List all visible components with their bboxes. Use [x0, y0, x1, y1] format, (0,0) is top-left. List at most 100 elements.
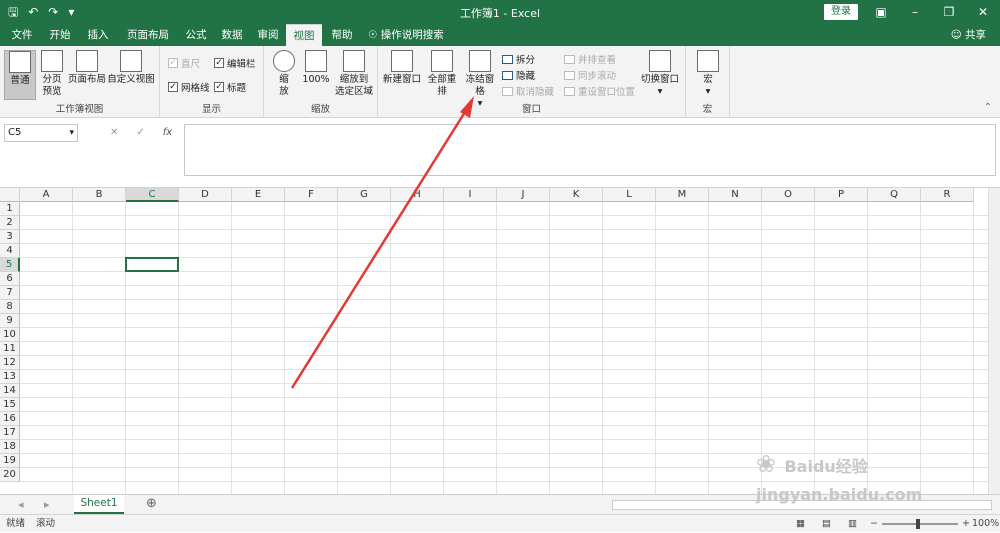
row-header[interactable]: 5 [0, 258, 20, 272]
column-header[interactable]: C [126, 188, 179, 202]
add-sheet-icon[interactable]: ⊕ [146, 496, 157, 511]
insert-function-button[interactable]: fx [163, 124, 172, 142]
ribbon-options-icon[interactable]: ▣ [864, 0, 898, 24]
column-header[interactable]: K [550, 188, 603, 202]
scroll-right-icon[interactable]: ▸ [44, 498, 50, 511]
row-header[interactable]: 1 [0, 202, 20, 216]
sync-scroll-button[interactable]: 同步滚动 [564, 68, 616, 82]
row-header[interactable]: 2 [0, 216, 20, 230]
column-header[interactable]: R [921, 188, 974, 202]
reset-position-button[interactable]: 重设窗口位置 [564, 84, 635, 98]
select-all-corner[interactable] [0, 188, 20, 202]
column-header[interactable]: M [656, 188, 709, 202]
row-header[interactable]: 7 [0, 286, 20, 300]
collapse-ribbon-icon[interactable]: ⌃ [984, 102, 992, 113]
arrange-all-button[interactable]: 全部重排 [424, 50, 460, 98]
row-header[interactable]: 13 [0, 370, 20, 384]
column-header[interactable]: A [20, 188, 73, 202]
column-header[interactable]: P [815, 188, 868, 202]
row-header[interactable]: 8 [0, 300, 20, 314]
tab-page-layout[interactable]: 页面布局 [120, 24, 176, 46]
name-box[interactable]: C5 ▾ [4, 124, 78, 142]
unhide-button[interactable]: 取消隐藏 [502, 84, 554, 98]
column-header[interactable]: H [391, 188, 444, 202]
row-header[interactable]: 12 [0, 356, 20, 370]
share-button[interactable]: ☺ 共享 [951, 24, 986, 46]
column-header[interactable]: L [603, 188, 656, 202]
column-header[interactable]: F [285, 188, 338, 202]
tab-home[interactable]: 开始 [42, 24, 78, 46]
tell-me-search[interactable]: ☉ 操作说明搜索 [368, 24, 458, 46]
gridline [602, 202, 603, 494]
column-header[interactable]: I [444, 188, 497, 202]
headings-checkbox[interactable]: ✓ 标题 [214, 80, 246, 94]
page-layout-icon[interactable]: ▤ [822, 515, 831, 533]
macros-button[interactable]: 宏 ▾ [694, 50, 722, 98]
close-icon[interactable]: ✕ [966, 0, 1000, 24]
chevron-down-icon[interactable]: ▾ [69, 125, 74, 141]
cancel-icon[interactable]: ✕ [110, 124, 118, 142]
column-header[interactable]: Q [868, 188, 921, 202]
sheet-tab[interactable]: Sheet1 [74, 495, 124, 514]
tab-insert[interactable]: 插入 [80, 24, 116, 46]
page-break-icon[interactable]: ▥ [848, 515, 857, 533]
row-header[interactable]: 20 [0, 468, 20, 482]
column-header[interactable]: O [762, 188, 815, 202]
workbook-views-group-label: 工作簿视图 [55, 104, 104, 115]
row-header[interactable]: 14 [0, 384, 20, 398]
split-button[interactable]: 拆分 [502, 52, 535, 66]
gridlines-checkbox[interactable]: ✓ 网格线 [168, 80, 210, 94]
zoom-100-button[interactable]: 100% [300, 50, 332, 86]
row-header[interactable]: 6 [0, 272, 20, 286]
normal-view-button[interactable]: 普通 [4, 50, 36, 100]
zoom-to-selection-button[interactable]: 缩放到 选定区域 [334, 50, 374, 98]
column-header[interactable]: J [497, 188, 550, 202]
enter-icon[interactable]: ✓ [136, 124, 144, 142]
tab-review[interactable]: 审阅 [250, 24, 286, 46]
column-header[interactable]: D [179, 188, 232, 202]
row-header[interactable]: 19 [0, 454, 20, 468]
tab-data[interactable]: 数据 [214, 24, 250, 46]
row-header[interactable]: 15 [0, 398, 20, 412]
tab-view[interactable]: 视图 [286, 24, 322, 46]
new-window-button[interactable]: 新建窗口 [382, 50, 422, 86]
hide-button[interactable]: 隐藏 [502, 68, 535, 82]
row-header[interactable]: 9 [0, 314, 20, 328]
scroll-left-icon[interactable]: ◂ [18, 498, 24, 511]
column-header[interactable]: N [709, 188, 762, 202]
row-header[interactable]: 11 [0, 342, 20, 356]
custom-views-button[interactable]: 自定义视图 [106, 50, 156, 86]
zoom-button[interactable]: 缩 放 [270, 50, 298, 98]
worksheet-grid[interactable]: A B C D E F G H I J K L M N O P Q R 1 2 3 4 5 6 7 8 9 10 11 12 13 14 15 1… [0, 188, 988, 494]
ruler-checkbox[interactable]: ✓ 直尺 [168, 56, 200, 70]
zoom-in-icon[interactable]: + [962, 515, 970, 533]
zoom-out-icon[interactable]: − [870, 515, 878, 533]
selected-cell[interactable] [125, 257, 179, 272]
login-button[interactable]: 登录 [824, 4, 858, 20]
row-header[interactable]: 17 [0, 426, 20, 440]
row-header[interactable]: 3 [0, 230, 20, 244]
page-layout-view-button[interactable]: 页面布局 [68, 50, 106, 86]
minimize-icon[interactable]: – [898, 0, 932, 24]
row-header[interactable]: 16 [0, 412, 20, 426]
tab-file[interactable]: 文件 [4, 24, 40, 46]
formula-bar-checkbox[interactable]: ✓ 编辑栏 [214, 56, 256, 70]
page-break-preview-button[interactable]: 分页 预览 [38, 50, 66, 98]
zoom-slider[interactable] [882, 523, 958, 525]
row-header[interactable]: 18 [0, 440, 20, 454]
side-by-side-button[interactable]: 并排查看 [564, 52, 616, 66]
column-header[interactable]: B [73, 188, 126, 202]
column-header[interactable]: E [232, 188, 285, 202]
tab-help[interactable]: 帮助 [324, 24, 360, 46]
vertical-scrollbar[interactable] [988, 188, 1000, 494]
restore-icon[interactable]: ❐ [932, 0, 966, 24]
formula-input[interactable] [184, 124, 996, 176]
unhide-label: 取消隐藏 [516, 87, 555, 98]
row-header[interactable]: 10 [0, 328, 20, 342]
normal-view-icon[interactable]: ▦ [796, 515, 805, 533]
zoom-slider-thumb[interactable] [916, 519, 920, 529]
tab-formulas[interactable]: 公式 [178, 24, 214, 46]
row-header[interactable]: 4 [0, 244, 20, 258]
column-header[interactable]: G [338, 188, 391, 202]
switch-windows-button[interactable]: 切换窗口 ▾ [640, 50, 680, 98]
